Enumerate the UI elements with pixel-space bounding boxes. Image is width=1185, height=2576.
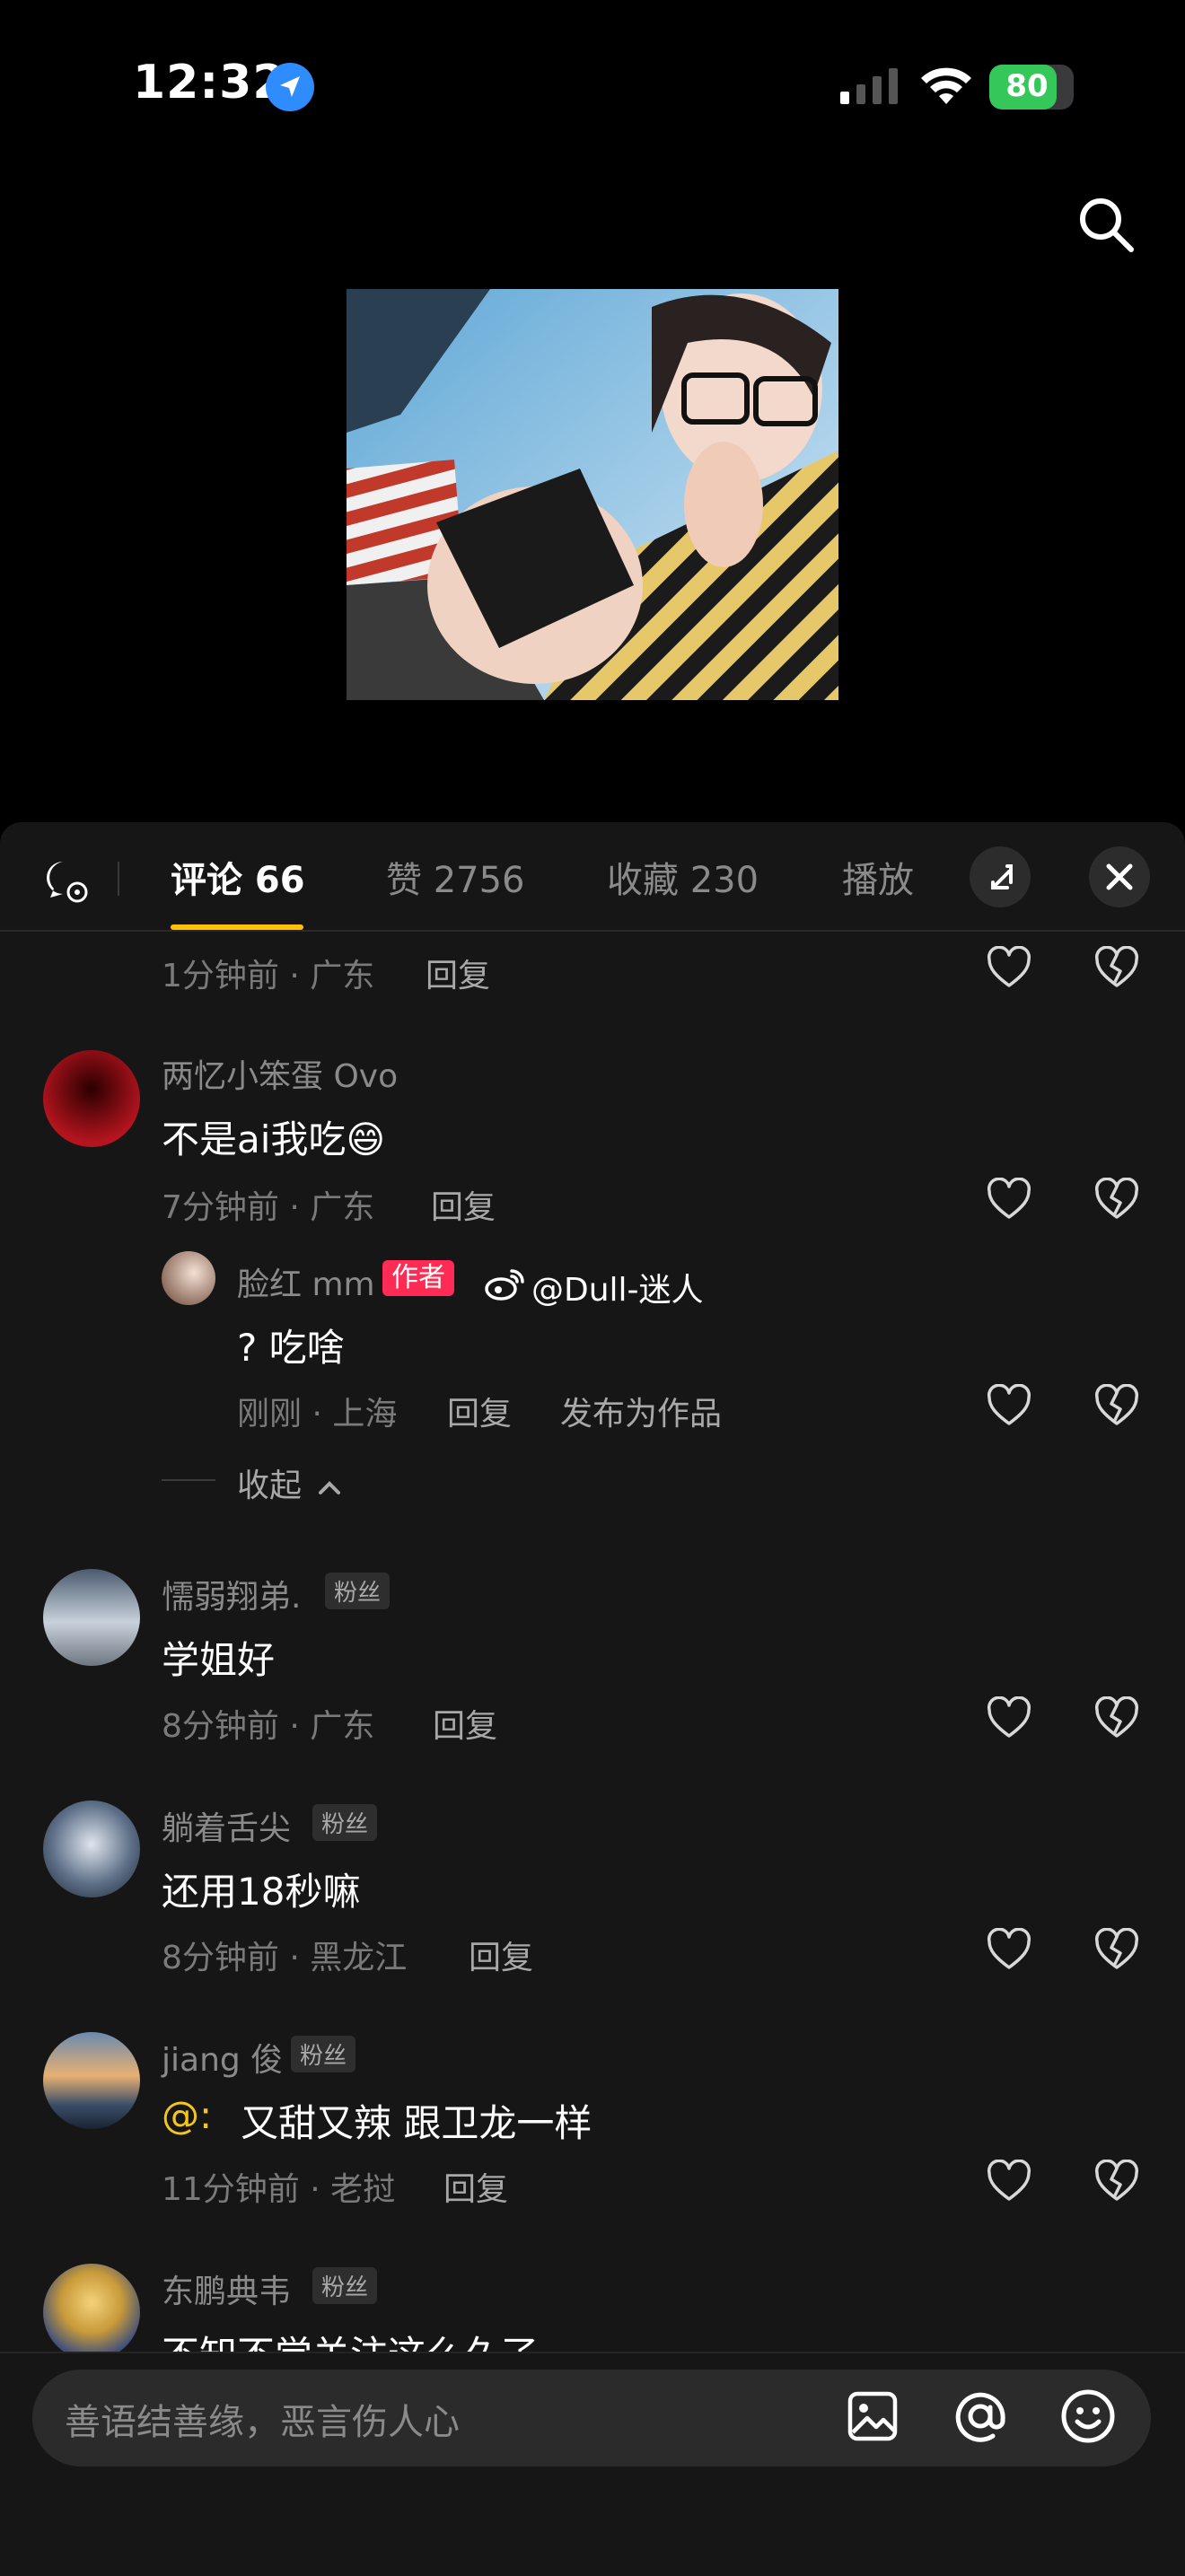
collapse-label: 收起 xyxy=(237,1468,303,1504)
dislike-icon[interactable] xyxy=(1094,2160,1139,2203)
weibo-icon xyxy=(485,1269,524,1301)
close-button[interactable] xyxy=(1089,846,1150,907)
dislike-icon[interactable] xyxy=(1094,1928,1139,1971)
mention[interactable]: @: xyxy=(162,2093,212,2137)
tab-likes[interactable]: 赞 2756 xyxy=(386,851,525,903)
location-arrow-icon xyxy=(266,63,314,111)
reply-button[interactable]: 回复 xyxy=(447,1388,512,1434)
comment-settings-icon[interactable] xyxy=(43,858,90,905)
reply-button[interactable]: 回复 xyxy=(433,1700,497,1747)
mention-icon[interactable] xyxy=(952,2388,1009,2445)
comment-input-placeholder: 善语结善缘，恶言伤人心 xyxy=(65,2402,460,2443)
reply-username[interactable]: 脸红 mm xyxy=(237,1258,375,1305)
comment-meta: 8分钟前 · 广东 xyxy=(162,1708,375,1745)
tab-plays[interactable]: 播放 xyxy=(842,851,914,903)
comment-text: 不是ai我吃😄 xyxy=(162,1117,386,1161)
reply-button[interactable]: 回复 xyxy=(469,1932,533,1978)
comment-meta: 7分钟前 · 广东 xyxy=(162,1189,375,1226)
tab-comments[interactable]: 评论 66 xyxy=(171,851,305,903)
avatar[interactable] xyxy=(43,1801,140,1897)
emoji-icon[interactable] xyxy=(1059,2388,1117,2445)
expand-icon xyxy=(991,864,1013,889)
like-icon[interactable] xyxy=(987,1384,1031,1427)
fan-badge: 粉丝 xyxy=(312,2267,378,2304)
expand-button[interactable] xyxy=(970,846,1031,907)
comment-username[interactable]: 两忆小笨蛋 Ovo xyxy=(162,1050,398,1097)
tab-divider xyxy=(118,862,119,896)
author-badge: 作者 xyxy=(382,1260,454,1296)
reply-meta: 刚刚 · 上海 xyxy=(237,1396,398,1433)
reply-button[interactable]: 回复 xyxy=(426,950,490,996)
fan-badge: 粉丝 xyxy=(325,1573,391,1609)
battery-indicator: 80 xyxy=(989,65,1074,110)
active-tab-indicator xyxy=(171,924,303,930)
avatar[interactable] xyxy=(43,1569,140,1666)
comment-meta: 1分钟前 · 广东 xyxy=(162,958,375,994)
chevron-up-icon xyxy=(319,1481,341,1494)
search-icon[interactable] xyxy=(1074,192,1138,257)
fan-badge: 粉丝 xyxy=(312,1804,378,1841)
like-icon[interactable] xyxy=(987,1928,1031,1971)
reply-button[interactable]: 回复 xyxy=(431,1181,496,1228)
comment-text: 还用18秒嘛 xyxy=(162,1870,361,1914)
reply-text: ? 吃啥 xyxy=(237,1326,345,1370)
avatar[interactable] xyxy=(43,1050,140,1147)
comment-text: 学姐好 xyxy=(162,1638,276,1682)
video-thumbnail[interactable] xyxy=(347,289,838,700)
dislike-icon[interactable] xyxy=(1094,1696,1139,1739)
fan-badge: 粉丝 xyxy=(291,2036,356,2072)
publish-as-work-button[interactable]: 发布为作品 xyxy=(560,1388,722,1434)
collapse-replies-button[interactable]: 收起 xyxy=(237,1459,342,1506)
dislike-icon[interactable] xyxy=(1094,1384,1139,1427)
cellular-signal-icon xyxy=(840,68,898,104)
comment-username[interactable]: jiang 俊 xyxy=(162,2034,283,2081)
like-icon[interactable] xyxy=(987,2160,1031,2203)
comment-meta: 11分钟前 · 老挝 xyxy=(162,2171,396,2208)
tab-favorites[interactable]: 收藏 230 xyxy=(607,851,759,903)
reply-button[interactable]: 回复 xyxy=(443,2163,508,2210)
wifi-icon xyxy=(921,67,971,104)
like-icon[interactable] xyxy=(987,946,1031,989)
avatar[interactable] xyxy=(43,2032,140,2129)
image-picker-icon[interactable] xyxy=(846,2389,900,2443)
weibo-handle[interactable]: @Dull-迷人 xyxy=(531,1264,704,1310)
like-icon[interactable] xyxy=(987,1178,1031,1221)
dislike-icon[interactable] xyxy=(1094,1178,1139,1221)
status-time: 12:32 xyxy=(133,56,286,110)
comment-meta: 8分钟前 · 黑龙江 xyxy=(162,1940,408,1976)
battery-level: 80 xyxy=(1005,68,1049,104)
comment-username[interactable]: 东鹏典韦 xyxy=(162,2265,291,2312)
collapse-line xyxy=(162,1479,215,1481)
comment-text-clip: 不知不觉关注这么久了 xyxy=(0,2325,1185,2352)
avatar[interactable] xyxy=(162,1251,215,1305)
like-icon[interactable] xyxy=(987,1696,1031,1739)
comment-username[interactable]: 躺着舌尖 xyxy=(162,1802,291,1849)
comment-text: 不知不觉关注这么久了 xyxy=(162,2325,539,2352)
close-icon xyxy=(1106,863,1133,890)
comment-text: 又甜又辣 跟卫龙一样 xyxy=(241,2101,592,2145)
dislike-icon[interactable] xyxy=(1094,946,1139,989)
comment-username[interactable]: 懦弱翔弟. xyxy=(162,1571,301,1617)
